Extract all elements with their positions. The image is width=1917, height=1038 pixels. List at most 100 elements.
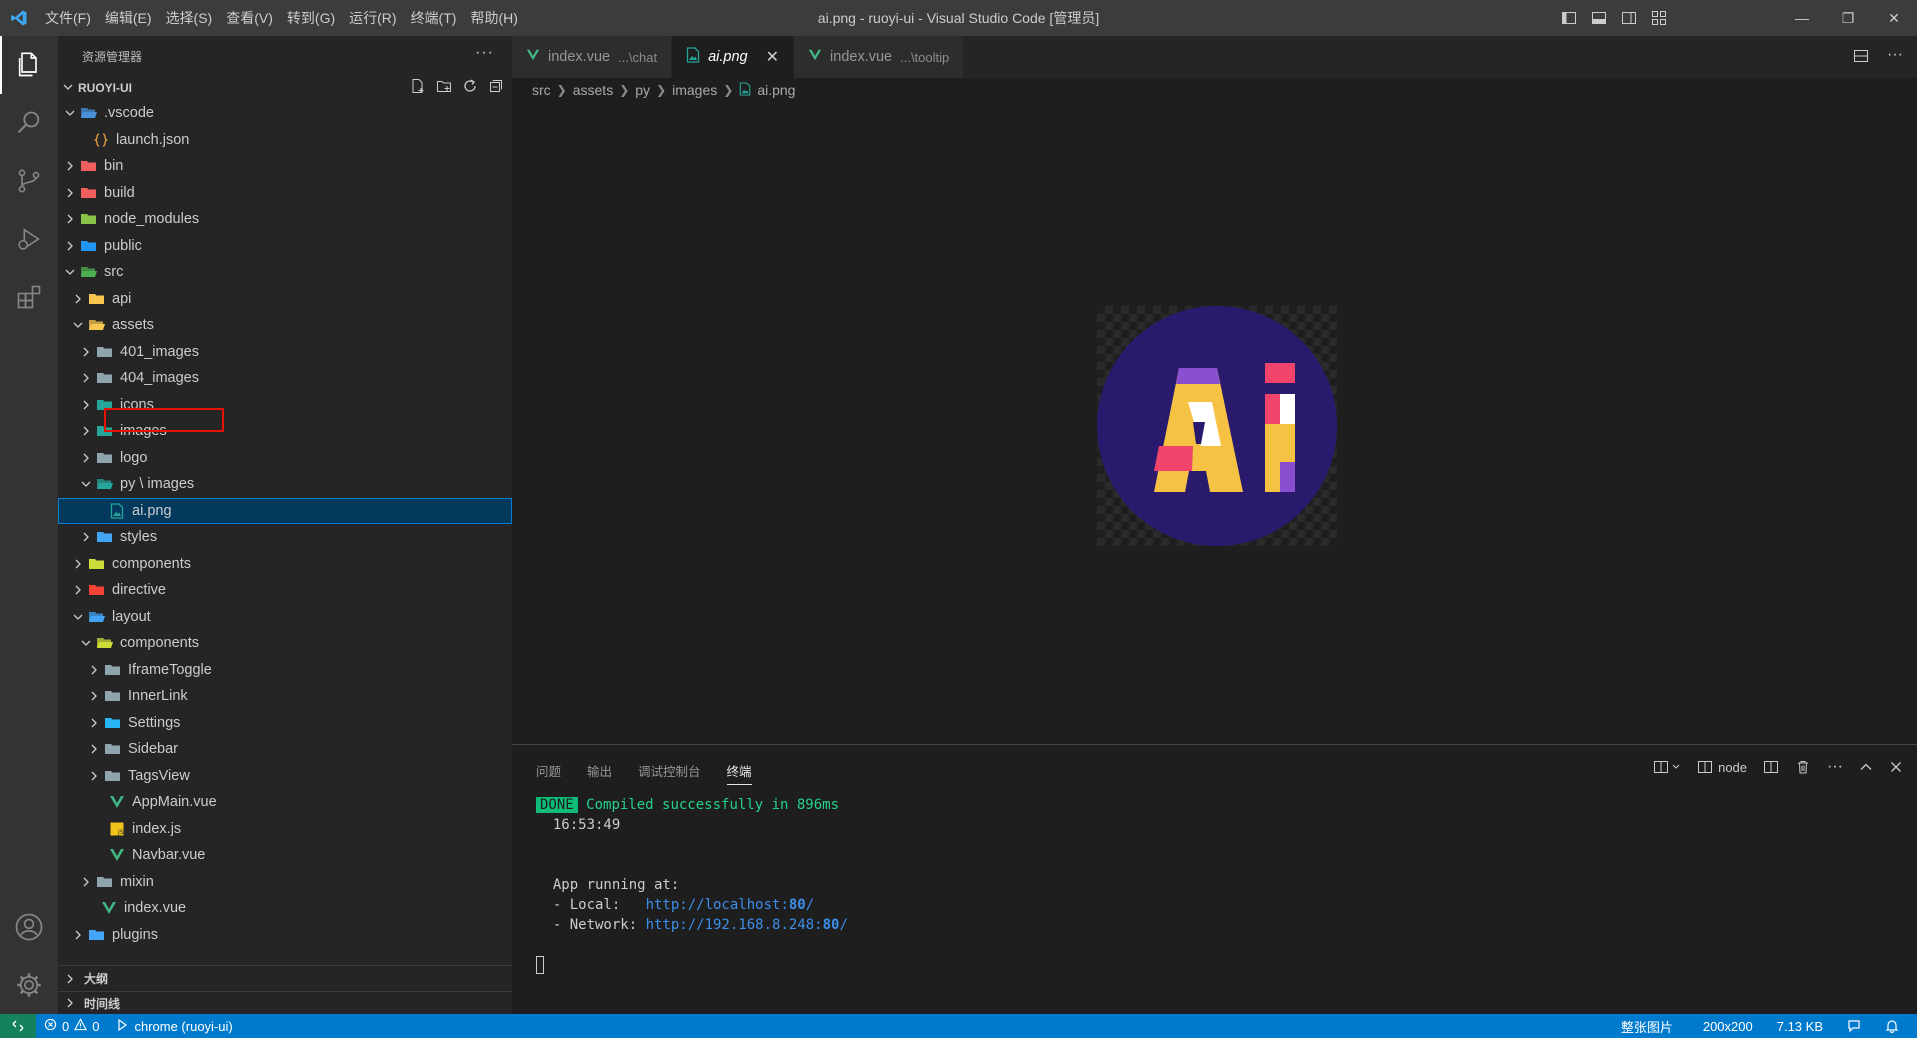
- menu-go[interactable]: 转到(G): [280, 0, 342, 36]
- timeline-section-header[interactable]: 时间线: [58, 991, 512, 1014]
- tree-folder-item[interactable]: layout: [58, 604, 512, 631]
- workspace-root[interactable]: RUOYI-UI: [58, 76, 512, 100]
- tree-folder-item[interactable]: Sidebar: [58, 736, 512, 763]
- tree-folder-item[interactable]: directive: [58, 577, 512, 604]
- tree-folder-item[interactable]: node_modules: [58, 206, 512, 233]
- breadcrumb-item[interactable]: py: [635, 82, 650, 98]
- new-file-icon[interactable]: [410, 78, 426, 94]
- search-icon[interactable]: [0, 94, 58, 152]
- tree-folder-item[interactable]: components: [58, 551, 512, 578]
- tree-folder-item[interactable]: Settings: [58, 710, 512, 737]
- tree-folder-item[interactable]: styles: [58, 524, 512, 551]
- outline-section-header[interactable]: 大纲: [58, 965, 512, 991]
- source-control-icon[interactable]: [0, 152, 58, 210]
- problems-status[interactable]: 0 0: [36, 1018, 107, 1034]
- refresh-icon[interactable]: [462, 78, 478, 94]
- done-badge: DONE: [536, 797, 578, 813]
- breadcrumb-item[interactable]: assets: [573, 82, 613, 98]
- new-folder-icon[interactable]: [436, 78, 452, 94]
- menu-terminal[interactable]: 终端(T): [404, 0, 464, 36]
- maximize-panel-icon[interactable]: [1859, 760, 1873, 774]
- tab-index-vue-chat[interactable]: index.vue ...\chat: [512, 36, 673, 78]
- tree-folder-item[interactable]: build: [58, 180, 512, 207]
- explorer-icon[interactable]: [0, 36, 58, 94]
- tree-folder-item[interactable]: .vscode: [58, 100, 512, 127]
- tab-debug-console[interactable]: 调试控制台: [638, 761, 701, 785]
- tree-file-item[interactable]: ai.png: [58, 497, 512, 524]
- image-mode[interactable]: 整张图片: [1613, 1017, 1681, 1036]
- menu-help[interactable]: 帮助(H): [463, 0, 524, 36]
- kill-terminal-trash-icon[interactable]: [1795, 759, 1811, 775]
- local-url[interactable]: http://localhost:80/: [646, 897, 815, 913]
- account-icon[interactable]: [0, 898, 58, 956]
- toggle-panel-icon[interactable]: [1591, 10, 1607, 26]
- tab-problems[interactable]: 问题: [536, 761, 561, 785]
- breadcrumb-item[interactable]: ai.png: [757, 82, 795, 98]
- run-debug-icon[interactable]: [0, 210, 58, 268]
- folder-icon: [96, 449, 114, 467]
- tree-folder-item[interactable]: TagsView: [58, 763, 512, 790]
- tree-folder-item[interactable]: 401_images: [58, 339, 512, 366]
- terminal-selector[interactable]: node: [1697, 759, 1747, 775]
- tab-ai-png[interactable]: ai.png ✕: [672, 36, 795, 78]
- extensions-icon[interactable]: [0, 268, 58, 326]
- tree-item-label: public: [104, 237, 142, 254]
- remote-indicator-icon[interactable]: [0, 1014, 36, 1038]
- terminal-output[interactable]: DONE Compiled successfully in 896ms 16:5…: [536, 795, 848, 975]
- feedback-icon[interactable]: [1839, 1019, 1869, 1033]
- tree-folder-item[interactable]: public: [58, 233, 512, 260]
- close-tab-icon[interactable]: ✕: [766, 47, 779, 67]
- tree-folder-item[interactable]: components: [58, 630, 512, 657]
- toggle-secondary-sidebar-icon[interactable]: [1621, 10, 1637, 26]
- tree-folder-item[interactable]: mixin: [58, 869, 512, 896]
- breadcrumb-item[interactable]: src: [532, 82, 551, 98]
- notifications-bell-icon[interactable]: [1877, 1019, 1907, 1033]
- manage-gear-icon[interactable]: [0, 956, 58, 1014]
- menu-run[interactable]: 运行(R): [342, 0, 403, 36]
- tree-folder-item[interactable]: bin: [58, 153, 512, 180]
- tree-file-item[interactable]: index.vue: [58, 895, 512, 922]
- tab-index-vue-tooltip[interactable]: index.vue ...\tooltip: [794, 36, 965, 78]
- tree-folder-item[interactable]: api: [58, 286, 512, 313]
- more-actions-icon[interactable]: ···: [1887, 47, 1903, 64]
- customize-layout-icon[interactable]: [1651, 10, 1667, 26]
- minimize-icon[interactable]: —: [1779, 0, 1825, 36]
- new-terminal-split-icon[interactable]: [1653, 759, 1681, 775]
- network-label: - Network:: [552, 917, 646, 933]
- tree-folder-item[interactable]: assets: [58, 312, 512, 339]
- tree-item-label: node_modules: [104, 211, 200, 228]
- collapse-all-icon[interactable]: [488, 78, 504, 94]
- tree-folder-item[interactable]: plugins: [58, 922, 512, 949]
- tree-file-item[interactable]: AppMain.vue: [58, 789, 512, 816]
- menu-selection[interactable]: 选择(S): [159, 0, 220, 36]
- breadcrumb-item[interactable]: images: [672, 82, 717, 98]
- more-actions-icon[interactable]: ···: [475, 44, 494, 62]
- menu-view[interactable]: 查看(V): [219, 0, 280, 36]
- tree-folder-item[interactable]: src: [58, 259, 512, 286]
- tab-output[interactable]: 输出: [587, 761, 612, 785]
- close-panel-icon[interactable]: [1889, 760, 1903, 774]
- split-terminal-icon[interactable]: [1763, 759, 1779, 775]
- tree-folder-item[interactable]: 404_images: [58, 365, 512, 392]
- menu-file[interactable]: 文件(F): [38, 0, 98, 36]
- toggle-primary-sidebar-icon[interactable]: [1561, 10, 1577, 26]
- tree-folder-item[interactable]: InnerLink: [58, 683, 512, 710]
- panel-actions: node ···: [1653, 759, 1903, 775]
- debug-status[interactable]: chrome (ruoyi-ui): [107, 1018, 240, 1035]
- split-editor-icon[interactable]: [1853, 48, 1869, 64]
- tree-folder-item[interactable]: logo: [58, 445, 512, 472]
- chevron-right-icon: [78, 874, 94, 890]
- more-actions-icon[interactable]: ···: [1827, 759, 1843, 775]
- tab-terminal[interactable]: 终端: [726, 761, 752, 785]
- tree-folder-item[interactable]: IframeToggle: [58, 657, 512, 684]
- restore-icon[interactable]: ❐: [1825, 0, 1871, 36]
- menu-edit[interactable]: 编辑(E): [98, 0, 159, 36]
- tree-file-item[interactable]: Navbar.vue: [58, 842, 512, 869]
- tree-file-item[interactable]: launch.json: [58, 127, 512, 154]
- network-url[interactable]: http://192.168.8.248:80/: [646, 917, 848, 933]
- tree-file-item[interactable]: JS index.js: [58, 816, 512, 843]
- close-window-icon[interactable]: ✕: [1871, 0, 1917, 36]
- tree-folder-item[interactable]: py \ images: [58, 471, 512, 498]
- vscode-logo-icon[interactable]: [0, 0, 38, 36]
